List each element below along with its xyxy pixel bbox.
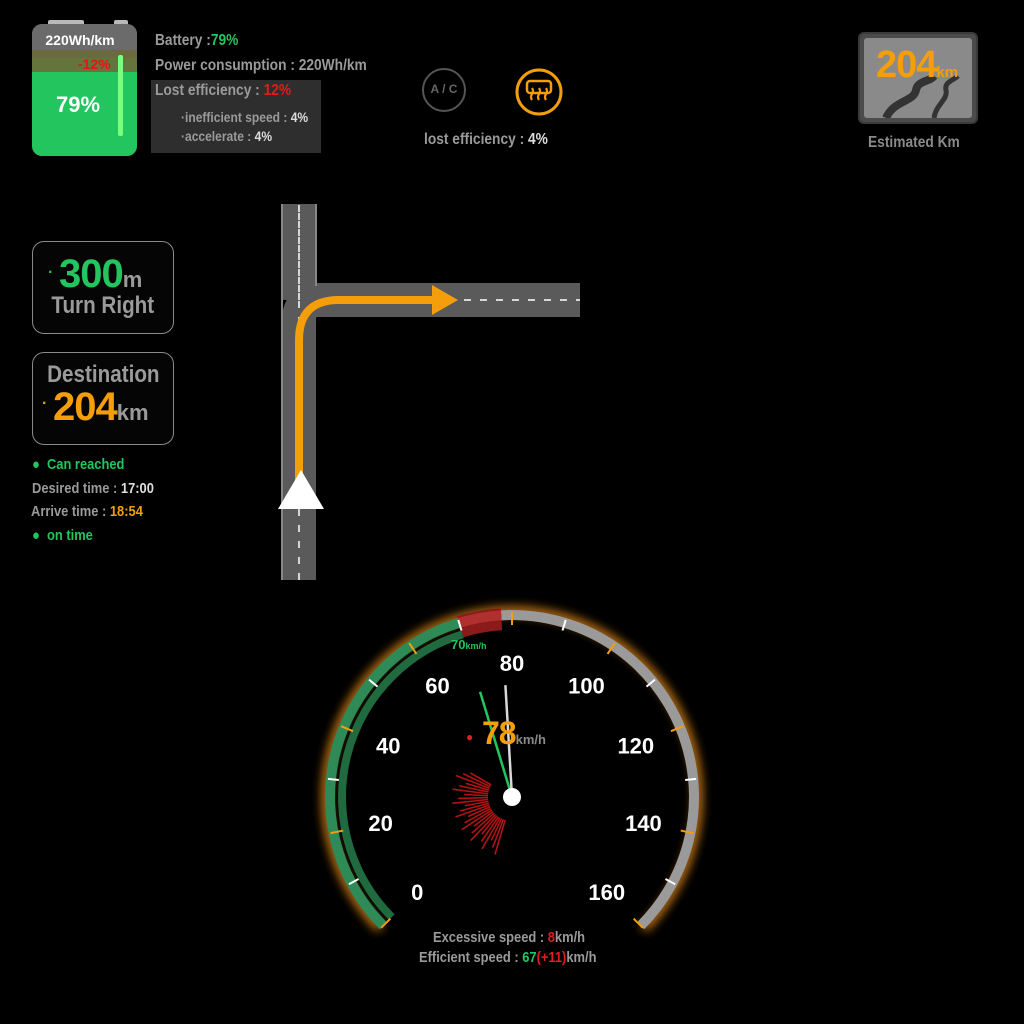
gauge-tick-label: 60 bbox=[425, 674, 449, 699]
gauge-tick bbox=[327, 777, 339, 781]
gauge-tick-label: 140 bbox=[625, 811, 662, 836]
speedometer: 0 20 40 60 80 100 120 140 160 bbox=[322, 607, 702, 932]
gauge-arc-gray bbox=[457, 610, 699, 930]
gauge-tick-label: 160 bbox=[588, 880, 625, 905]
gauge-tick-label: 40 bbox=[376, 734, 400, 759]
speed-fan-line bbox=[457, 796, 489, 800]
speed-dot-icon: ● bbox=[466, 730, 474, 744]
gauge-tick-label: 0 bbox=[411, 880, 423, 905]
speed-fan-line bbox=[464, 793, 489, 797]
current-speed: 78km/h bbox=[482, 715, 546, 751]
efficient-speed: Efficient speed : 67(+11)km/h bbox=[419, 949, 597, 966]
needle-hub bbox=[503, 788, 521, 806]
gauge-tick-label: 100 bbox=[568, 674, 605, 699]
gauge-tick-label: 120 bbox=[617, 734, 654, 759]
excessive-speed: Excessive speed : 8km/h bbox=[433, 929, 586, 946]
speed-limit-label: 70km/h bbox=[451, 637, 487, 652]
gauge-tick-label: 20 bbox=[368, 811, 392, 836]
gauge-arc-green bbox=[325, 618, 461, 930]
gauge-tick bbox=[685, 777, 697, 781]
gauge-tick-label: 80 bbox=[500, 651, 524, 676]
